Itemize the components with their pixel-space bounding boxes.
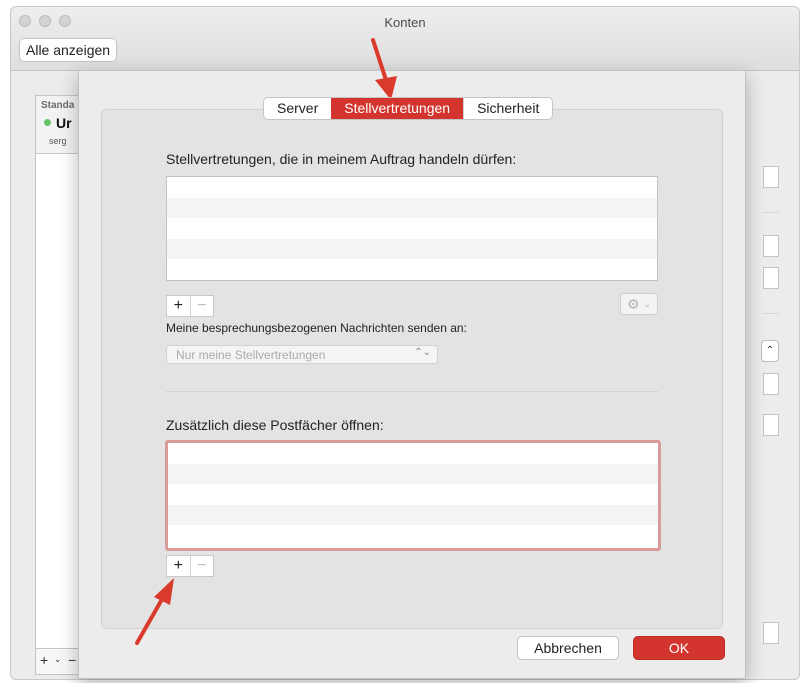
add-mailbox-button[interactable]: + (167, 556, 191, 576)
account-settings-sheet: Server Stellvertretungen Sicherheit Stel… (78, 70, 746, 679)
remove-account-button[interactable]: − (68, 652, 76, 668)
background-divider (763, 212, 779, 213)
tab-delegates[interactable]: Stellvertretungen (331, 98, 464, 119)
background-field[interactable] (763, 414, 779, 436)
account-email: serg (49, 136, 67, 146)
ok-button[interactable]: OK (633, 636, 725, 660)
meeting-messages-select[interactable]: Nur meine Stellvertretungen ⌃⌄ (166, 345, 438, 364)
background-field[interactable] (763, 235, 779, 257)
background-field[interactable] (763, 622, 779, 644)
mailboxes-add-remove: + − (166, 555, 214, 577)
cancel-button[interactable]: Abbrechen (517, 636, 619, 660)
background-field[interactable] (763, 373, 779, 395)
background-field[interactable] (763, 166, 779, 188)
remove-mailbox-button[interactable]: − (191, 556, 214, 576)
delegate-actions-button[interactable]: ⚙ ⌄ (620, 293, 658, 315)
mailboxes-label: Zusätzlich diese Postfächer öffnen: (166, 417, 384, 433)
delegates-add-remove: + − (166, 295, 214, 317)
add-account-button[interactable]: + (40, 652, 48, 668)
window-title: Konten (384, 15, 426, 30)
delegates-label: Stellvertretungen, die in meinem Auftrag… (166, 151, 517, 167)
title-bar: Konten Alle anzeigen (11, 7, 799, 71)
list-item[interactable] (167, 238, 657, 259)
mailboxes-list[interactable] (165, 440, 661, 551)
meeting-messages-label: Meine besprechungsbezogenen Nachrichten … (166, 321, 467, 335)
list-item[interactable] (167, 218, 657, 239)
status-dot-icon (44, 119, 51, 126)
list-item[interactable] (168, 463, 658, 484)
list-item[interactable] (168, 504, 658, 525)
list-item[interactable] (168, 484, 658, 505)
list-item[interactable] (167, 259, 657, 280)
tab-bar: Server Stellvertretungen Sicherheit (263, 97, 554, 120)
tab-security[interactable]: Sicherheit (463, 98, 552, 119)
updown-arrows-icon: ⌃⌄ (414, 347, 431, 358)
remove-delegate-button[interactable]: − (191, 296, 214, 316)
account-group-label: Standa (41, 100, 75, 111)
list-item[interactable] (167, 177, 657, 198)
list-item[interactable] (167, 197, 657, 218)
show-all-button[interactable]: Alle anzeigen (19, 38, 118, 62)
background-field[interactable] (763, 267, 779, 289)
section-divider (166, 391, 658, 392)
account-name: Ur (56, 115, 72, 131)
tab-server[interactable]: Server (264, 98, 331, 119)
gear-icon: ⚙ (627, 296, 640, 312)
background-popup[interactable]: ⌃ (761, 340, 779, 362)
list-item[interactable] (168, 443, 658, 464)
list-item[interactable] (168, 525, 658, 546)
background-divider (763, 313, 779, 314)
delegates-list[interactable] (166, 176, 658, 281)
chevron-down-icon: ⌄ (643, 299, 651, 309)
chevron-down-icon[interactable]: ⌄ (54, 654, 62, 665)
meeting-messages-select-value: Nur meine Stellvertretungen (176, 348, 326, 362)
add-delegate-button[interactable]: + (167, 296, 191, 316)
